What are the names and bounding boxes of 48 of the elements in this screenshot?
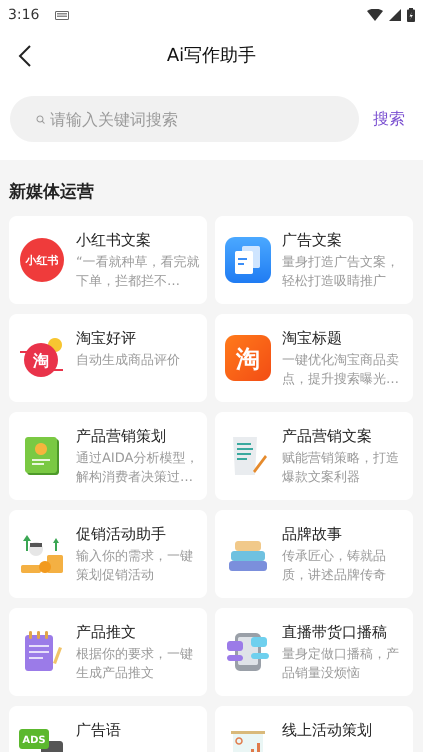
tool-card[interactable]: 产品营销策划 通过AIDA分析模型，解构消费者决策过… (9, 412, 207, 500)
tool-title: 广告文案 (282, 231, 342, 250)
app-logo-icon: 小红书 (19, 237, 65, 283)
tool-description: 一键优化淘宝商品卖点，提升搜索曝光… (282, 352, 400, 389)
tool-description: 根据你的要求，一键生成产品推文 (76, 646, 194, 683)
tool-card[interactable]: ADS 广告语 (9, 706, 207, 752)
tool-title: 产品营销策划 (76, 427, 166, 446)
battery-icon (407, 8, 415, 22)
tool-description: “一看就种草，看完就下单，拦都拦不… (76, 254, 201, 291)
search-field[interactable]: 请输入关键词搜索 (10, 96, 359, 142)
tool-card[interactable]: 促销活动助手 输入你的需求，一键策划促销活动 (9, 510, 207, 598)
tool-description: 量身定做口播稿，产品销量没烦恼 (282, 646, 400, 683)
tool-title: 产品推文 (76, 623, 136, 642)
tool-title: 品牌故事 (282, 525, 342, 544)
search-icon (36, 115, 45, 124)
keyboard-icon (55, 10, 70, 20)
tool-title: 小红书文案 (76, 231, 151, 250)
tool-card[interactable]: 小红书 小红书文案 “一看就种草，看完就下单，拦都拦不… (9, 216, 207, 304)
tool-title: 促销活动助手 (76, 525, 166, 544)
shop-logo-icon: 淘 (225, 335, 271, 381)
tool-card[interactable]: 广告文案 量身打造广告文案，轻松打造吸睛推广 (215, 216, 413, 304)
tool-title: 淘宝好评 (76, 329, 136, 348)
tool-title: 广告语 (76, 721, 121, 740)
search-button[interactable]: 搜索 (373, 108, 405, 130)
back-icon[interactable] (18, 45, 32, 67)
tool-card[interactable]: 直播带货口播稿 量身定做口播稿，产品销量没烦恼 (215, 608, 413, 696)
tool-card[interactable]: 产品推文 根据你的要求，一键生成产品推文 (9, 608, 207, 696)
wifi-icon (367, 9, 383, 21)
tool-description: 通过AIDA分析模型，解构消费者决策过… (76, 450, 200, 487)
tool-card[interactable]: 产品营销文案 赋能营销策略，打造爆款文案利器 (215, 412, 413, 500)
tool-card[interactable]: 线上活动策划 (215, 706, 413, 752)
document-icon (225, 237, 271, 283)
tool-title: 产品营销文案 (282, 427, 372, 446)
tool-description: 量身打造广告文案，轻松打造吸睛推广 (282, 254, 400, 291)
section-title: 新媒体运营 (9, 181, 94, 203)
tool-description: 自动生成商品评价 (76, 352, 181, 370)
tool-card[interactable]: 淘 淘宝好评 自动生成商品评价 (9, 314, 207, 402)
tool-description: 赋能营销策略，打造爆款文案利器 (282, 450, 400, 487)
tool-description: 输入你的需求，一键策划促销活动 (76, 548, 194, 585)
tool-title: 直播带货口播稿 (282, 623, 387, 642)
tool-title: 线上活动策划 (282, 721, 372, 740)
tool-description: 传承匠心，铸就品质，讲述品牌传奇 (282, 548, 387, 585)
tool-card[interactable]: 淘 淘宝标题 一键优化淘宝商品卖点，提升搜索曝光… (215, 314, 413, 402)
tool-card[interactable]: 品牌故事 传承匠心，铸就品质，讲述品牌传奇 (215, 510, 413, 598)
signal-icon (389, 9, 401, 21)
tool-title: 淘宝标题 (282, 329, 342, 348)
status-time: 3:16 (8, 7, 40, 23)
page-title: Ai写作助手 (166, 44, 256, 67)
